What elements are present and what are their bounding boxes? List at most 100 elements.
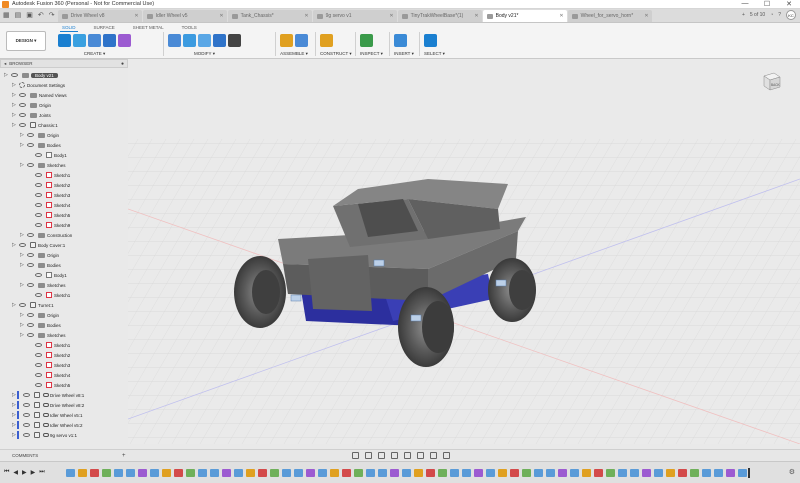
timeline-feature[interactable] [534, 469, 543, 477]
visibility-eye-icon[interactable] [35, 173, 42, 177]
close-tab-icon[interactable]: ✕ [474, 13, 478, 19]
browser-item[interactable]: ▷ Origin [20, 250, 59, 260]
timeline-feature[interactable] [342, 469, 351, 477]
timeline-feature[interactable] [702, 469, 711, 477]
expand-toggle-icon[interactable]: ▷ [4, 72, 9, 78]
look-at-icon[interactable] [365, 452, 372, 459]
tool-group-label[interactable]: MODIFY ▾ [168, 51, 241, 57]
fit-icon[interactable] [404, 452, 411, 459]
timeline-feature[interactable] [462, 469, 471, 477]
visibility-eye-icon[interactable] [35, 213, 42, 217]
timeline-feature[interactable] [546, 469, 555, 477]
create-tool-icon[interactable] [58, 34, 71, 47]
timeline-feature[interactable] [186, 469, 195, 477]
timeline-feature[interactable] [162, 469, 171, 477]
workspace-tab-surface[interactable]: SURFACE [92, 24, 117, 32]
timeline-feature[interactable] [510, 469, 519, 477]
expand-toggle-icon[interactable]: ▷ [20, 322, 25, 328]
browser-item[interactable]: ▷ Sketches [20, 160, 66, 170]
timeline-marker[interactable] [748, 468, 750, 478]
visibility-eye-icon[interactable] [35, 373, 42, 377]
modify-tool-icon[interactable] [183, 34, 196, 47]
visibility-eye-icon[interactable] [19, 243, 26, 247]
close-tab-icon[interactable]: ✕ [389, 13, 393, 19]
visibility-eye-icon[interactable] [35, 293, 42, 297]
grid-menu-icon[interactable]: ▦ [3, 11, 10, 19]
timeline-end-button[interactable]: ⏭ [39, 469, 44, 476]
document-tab[interactable]: Body v21* ✕ [482, 10, 567, 22]
timeline-feature[interactable] [738, 469, 747, 477]
timeline-feature[interactable] [474, 469, 483, 477]
close-tab-icon[interactable]: ✕ [134, 13, 138, 19]
undo-icon[interactable]: ↶ [38, 11, 44, 19]
visibility-eye-icon[interactable] [35, 383, 42, 387]
timeline-feature[interactable] [594, 469, 603, 477]
create-tool-icon[interactable] [103, 34, 116, 47]
joint-marker-1[interactable] [373, 259, 385, 267]
expand-toggle-icon[interactable]: ▷ [20, 252, 25, 258]
modify-tool-icon[interactable] [228, 34, 241, 47]
timeline-feature[interactable] [246, 469, 255, 477]
timeline-feature[interactable] [354, 469, 363, 477]
browser-item[interactable]: ▷ Bodies [20, 260, 61, 270]
expand-toggle-icon[interactable]: ▷ [12, 92, 17, 98]
expand-toggle-icon[interactable]: ▷ [12, 82, 17, 88]
timeline-feature[interactable] [714, 469, 723, 477]
timeline-start-button[interactable]: ⏮ [4, 469, 9, 476]
browser-item[interactable]: ▷ Drive Wheel v8:1 [12, 390, 84, 400]
tool-group-label[interactable]: CONSTRUCT ▾ [320, 51, 352, 57]
visibility-eye-icon[interactable] [35, 363, 42, 367]
comments-label[interactable]: COMMENTS [12, 453, 38, 458]
browser-item[interactable]: ▷ Idler Wheel v5:2 [12, 420, 83, 430]
visibility-eye-icon[interactable] [23, 413, 30, 417]
browser-item[interactable]: ▷ Chassis:1 [12, 120, 58, 130]
expand-toggle-icon[interactable]: ▷ [12, 242, 17, 248]
timeline-feature[interactable] [726, 469, 735, 477]
browser-item[interactable]: ▷ Body v21 [4, 70, 58, 80]
tool-group-label[interactable]: INSERT ▾ [394, 51, 414, 57]
workspace-tab-tools[interactable]: TOOLS [180, 24, 199, 32]
visibility-eye-icon[interactable] [23, 433, 30, 437]
timeline-feature[interactable] [486, 469, 495, 477]
timeline-feature[interactable] [78, 469, 87, 477]
timeline-feature[interactable] [414, 469, 423, 477]
workspace-tab-sheet-metal[interactable]: SHEET METAL [131, 24, 166, 32]
visibility-eye-icon[interactable] [27, 283, 34, 287]
timeline-feature[interactable] [294, 469, 303, 477]
timeline-back-button[interactable]: ◀ [13, 469, 18, 476]
browser-item[interactable]: Sketch1 [28, 340, 70, 350]
timeline-settings-icon[interactable]: ⚙ [789, 468, 795, 476]
browser-item[interactable]: Sketch2 [28, 350, 70, 360]
expand-toggle-icon[interactable]: ▷ [12, 112, 17, 118]
browser-item[interactable]: Sketch3 [28, 360, 70, 370]
avatar[interactable]: KC [786, 10, 796, 20]
browser-item[interactable]: ▷ Joints [12, 110, 51, 120]
browser-item[interactable]: Sketch4 [28, 370, 70, 380]
tool-group-label[interactable]: ASSEMBLE ▾ [280, 51, 308, 57]
rear-left-wheel[interactable] [488, 258, 536, 322]
expand-toggle-icon[interactable]: ▷ [12, 122, 17, 128]
close-tab-icon[interactable]: ✕ [559, 13, 563, 19]
browser-item[interactable]: ▷ Origin [12, 100, 51, 110]
assemble-tool-icon[interactable] [280, 34, 293, 47]
expand-toggle-icon[interactable]: ▷ [20, 262, 25, 268]
tool-group-label[interactable]: CREATE ▾ [58, 51, 131, 57]
visibility-eye-icon[interactable] [27, 313, 34, 317]
document-tab[interactable]: TinyTrakWheelBase*(1) ✕ [397, 10, 482, 22]
document-tab[interactable]: Wheel_for_servo_horn* ✕ [567, 10, 652, 22]
timeline-strip[interactable] [66, 468, 750, 478]
browser-item[interactable]: Sketch5 [28, 210, 70, 220]
browser-item[interactable]: ▷ Sketches [20, 280, 66, 290]
visibility-eye-icon[interactable] [35, 203, 42, 207]
browser-item[interactable]: ▷ Origin [20, 130, 59, 140]
timeline-feature[interactable] [690, 469, 699, 477]
create-tool-icon[interactable] [88, 34, 101, 47]
expand-toggle-icon[interactable]: ▷ [20, 282, 25, 288]
timeline-feature[interactable] [678, 469, 687, 477]
timeline-feature[interactable] [426, 469, 435, 477]
browser-item[interactable]: ▷ Turret:1 [12, 300, 54, 310]
browser-item[interactable]: ▷ Sketches [20, 330, 66, 340]
modify-tool-icon[interactable] [168, 34, 181, 47]
visibility-eye-icon[interactable] [35, 273, 42, 277]
timeline-feature[interactable] [558, 469, 567, 477]
